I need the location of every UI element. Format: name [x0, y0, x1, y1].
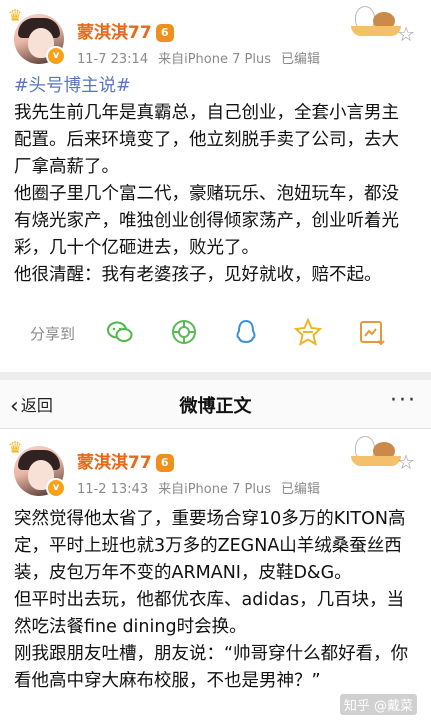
zhihu-watermark: 知乎 @戴菜: [339, 694, 417, 715]
post-meta: 11-2 13:43 来自iPhone 7 Plus 已编辑: [77, 478, 320, 497]
username-text[interactable]: 蒙淇淇77: [77, 23, 152, 43]
share-label: 分享到: [30, 325, 76, 343]
avatar[interactable]: ♛ v: [8, 438, 66, 498]
username-text[interactable]: 蒙淇淇77: [77, 453, 152, 473]
edited-label: 已编辑: [281, 52, 321, 67]
avatar[interactable]: ♛ v: [8, 6, 66, 66]
paragraph: 他圈子里几个富二代，豪赌玩乐、泡妞玩车，都没有烧光家产，唯独创业创得倾家荡产，创…: [14, 184, 399, 258]
moments-icon[interactable]: [170, 318, 198, 346]
qzone-icon[interactable]: [293, 317, 323, 347]
vip-level-badge: 6: [155, 24, 174, 42]
more-options-icon[interactable]: ···: [390, 388, 417, 413]
crown-icon: ♛: [8, 438, 23, 457]
paragraph: 但平时出去玩，他都优衣库、adidas，几百块，当然吃法餐fine dining…: [14, 590, 405, 637]
page-title: 微博正文: [179, 396, 252, 417]
post-source: 来自iPhone 7 Plus: [158, 52, 271, 67]
wechat-icon[interactable]: [106, 318, 134, 346]
post-source: 来自iPhone 7 Plus: [158, 482, 271, 497]
paragraph: 突然觉得他太省了，重要场合穿10多万的KITON高定，平时上班也就3万多的ZEG…: [14, 509, 406, 583]
post-date: 11-2 13:43: [77, 482, 149, 497]
post-body: #头号博主说# 我先生前几年是真霸总，自己创业，全套小言男主配置。后来环境变了，…: [14, 73, 414, 289]
edited-label: 已编辑: [281, 482, 321, 497]
post-body: 突然觉得他太省了，重要场合穿10多万的KITON高定，平时上班也就3万多的ZEG…: [14, 506, 414, 695]
paragraph: 我先生前几年是真霸总，自己创业，全套小言男主配置。后来环境变了，他立刻脱手卖了公…: [14, 103, 399, 177]
username[interactable]: 蒙淇淇77 6: [77, 448, 174, 473]
favorite-star-icon[interactable]: ☆: [397, 22, 415, 46]
username[interactable]: 蒙淇淇77 6: [77, 18, 174, 43]
paragraph: 刚我跟朋友吐槽，朋友说：“帅哥穿什么都好看，你看他高中穿大麻布校服，不也是男神？…: [14, 644, 409, 691]
hashtag-link[interactable]: #头号博主说#: [14, 73, 414, 100]
favorite-star-icon[interactable]: ☆: [397, 450, 415, 474]
qq-icon[interactable]: [232, 318, 260, 346]
paragraph: 他很清醒：我有老婆孩子，见好就收，赔不起。: [14, 265, 382, 285]
post-meta: 11-7 23:14 来自iPhone 7 Plus 已编辑: [77, 48, 320, 67]
verified-badge-icon: v: [46, 46, 66, 66]
verified-badge-icon: v: [46, 478, 66, 498]
crown-icon: ♛: [8, 6, 23, 25]
bear-bunny-decoration-icon: [351, 436, 401, 466]
share-bar: 分享到: [30, 317, 410, 348]
top-nav-bar: ‹ 返回 微博正文 ···: [0, 380, 431, 429]
section-divider: [0, 372, 431, 380]
save-image-icon[interactable]: [358, 318, 386, 346]
vip-level-badge: 6: [155, 454, 174, 472]
bear-bunny-decoration-icon: [351, 6, 401, 36]
post-date: 11-7 23:14: [77, 52, 149, 67]
